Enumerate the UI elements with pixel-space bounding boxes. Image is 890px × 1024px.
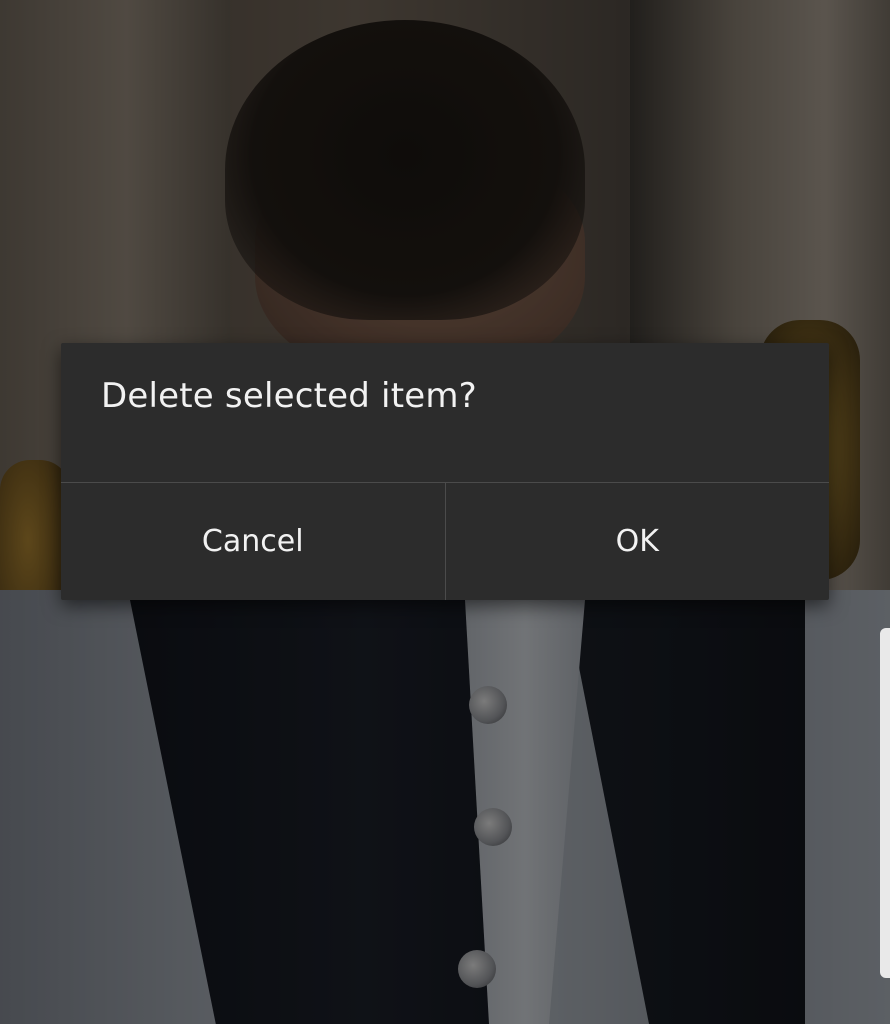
cancel-button[interactable]: Cancel xyxy=(61,483,445,600)
ok-button[interactable]: OK xyxy=(446,483,830,600)
edge-panel-handle[interactable] xyxy=(880,628,890,978)
screen: Delete selected item? Cancel OK xyxy=(0,0,890,1024)
dialog-message: Delete selected item? xyxy=(101,376,477,416)
delete-confirm-dialog: Delete selected item? Cancel OK xyxy=(61,343,829,600)
dialog-actions: Cancel OK xyxy=(61,483,829,600)
